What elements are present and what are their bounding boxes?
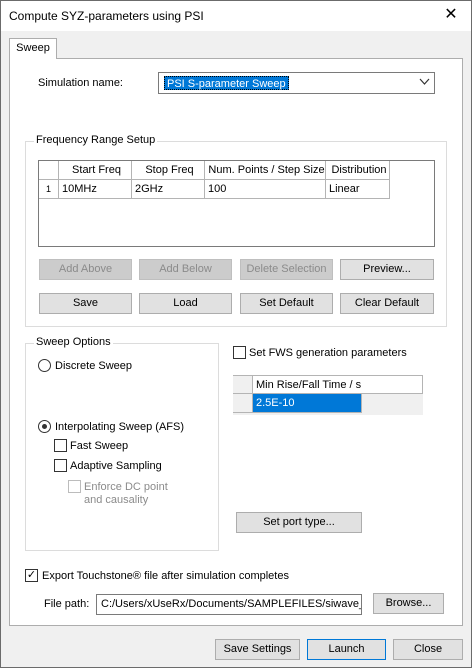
set-default-button[interactable]: Set Default <box>240 293 333 314</box>
frequency-range-title: Frequency Range Setup <box>34 134 158 146</box>
enforce-dc-label: Enforce DC point <box>84 481 168 493</box>
set-port-type-button[interactable]: Set port type... <box>236 512 362 533</box>
preview-button[interactable]: Preview... <box>340 259 434 280</box>
row-number[interactable]: 1 <box>39 180 59 199</box>
interpolating-sweep-label[interactable]: Interpolating Sweep (AFS) <box>55 421 184 433</box>
tab-sweep[interactable]: Sweep <box>9 38 57 59</box>
sweep-options-title: Sweep Options <box>34 336 113 348</box>
chevron-down-icon[interactable] <box>419 76 430 90</box>
fws-table[interactable]: Min Rise/Fall Time / s 2.5E-10 <box>233 375 423 415</box>
adaptive-sampling-label[interactable]: Adaptive Sampling <box>70 460 162 472</box>
save-button[interactable]: Save <box>39 293 132 314</box>
close-button[interactable]: Close <box>393 639 463 660</box>
load-button[interactable]: Load <box>139 293 232 314</box>
export-touchstone-checkbox[interactable]: ✓ <box>25 569 38 582</box>
adaptive-sampling-checkbox[interactable] <box>54 459 67 472</box>
fast-sweep-label[interactable]: Fast Sweep <box>70 440 128 452</box>
cell-start-freq[interactable]: 10MHz <box>59 180 132 199</box>
simulation-name-label: Simulation name: <box>38 77 123 89</box>
fws-value-cell[interactable]: 2.5E-10 <box>253 394 362 413</box>
window-title: Compute SYZ-parameters using PSI <box>9 9 204 23</box>
file-path-label: File path: <box>44 598 90 610</box>
cell-num-points[interactable]: 100 <box>205 180 326 199</box>
radio-selected-dot <box>42 424 47 429</box>
delete-selection-button[interactable]: Delete Selection <box>240 259 333 280</box>
fws-label[interactable]: Set FWS generation parameters <box>249 347 407 359</box>
simulation-name-value: PSI S-parameter Sweep <box>164 76 289 90</box>
close-icon[interactable]: ✕ <box>441 5 461 25</box>
column-distribution[interactable]: Distribution <box>326 161 390 180</box>
checkmark-icon: ✓ <box>26 569 37 581</box>
interpolating-sweep-radio[interactable] <box>38 420 51 433</box>
browse-button[interactable]: Browse... <box>373 593 444 614</box>
cell-stop-freq[interactable]: 2GHz <box>132 180 205 199</box>
fws-row-header[interactable] <box>233 394 253 413</box>
save-settings-button[interactable]: Save Settings <box>215 639 300 660</box>
dialog-window: Compute SYZ-parameters using PSI ✕ Sweep… <box>0 0 472 668</box>
add-below-button[interactable]: Add Below <box>139 259 232 280</box>
frequency-table[interactable]: Start Freq Stop Freq Num. Points / Step … <box>38 160 435 247</box>
column-num-points[interactable]: Num. Points / Step Size <box>205 161 326 180</box>
launch-button[interactable]: Launch <box>307 639 386 660</box>
simulation-name-combo[interactable]: PSI S-parameter Sweep <box>158 72 435 94</box>
enforce-dc-checkbox[interactable] <box>68 480 81 493</box>
fast-sweep-checkbox[interactable] <box>54 439 67 452</box>
title-bar: Compute SYZ-parameters using PSI ✕ <box>1 1 471 31</box>
clear-default-button[interactable]: Clear Default <box>340 293 434 314</box>
enforce-dc-label-2: and causality <box>84 494 149 506</box>
discrete-sweep-radio[interactable] <box>38 359 51 372</box>
file-path-input[interactable]: C:/Users/xUseRx/Documents/SAMPLEFILES/si… <box>96 594 362 615</box>
export-touchstone-label[interactable]: Export Touchstone® file after simulation… <box>42 570 289 582</box>
column-start-freq[interactable]: Start Freq <box>59 161 132 180</box>
fws-checkbox[interactable] <box>233 346 246 359</box>
table-corner <box>39 161 59 180</box>
discrete-sweep-label[interactable]: Discrete Sweep <box>55 360 132 372</box>
fws-column-header[interactable]: Min Rise/Fall Time / s <box>253 375 423 394</box>
cell-distribution[interactable]: Linear <box>326 180 390 199</box>
fws-table-corner <box>233 375 253 394</box>
add-above-button[interactable]: Add Above <box>39 259 132 280</box>
column-stop-freq[interactable]: Stop Freq <box>132 161 205 180</box>
